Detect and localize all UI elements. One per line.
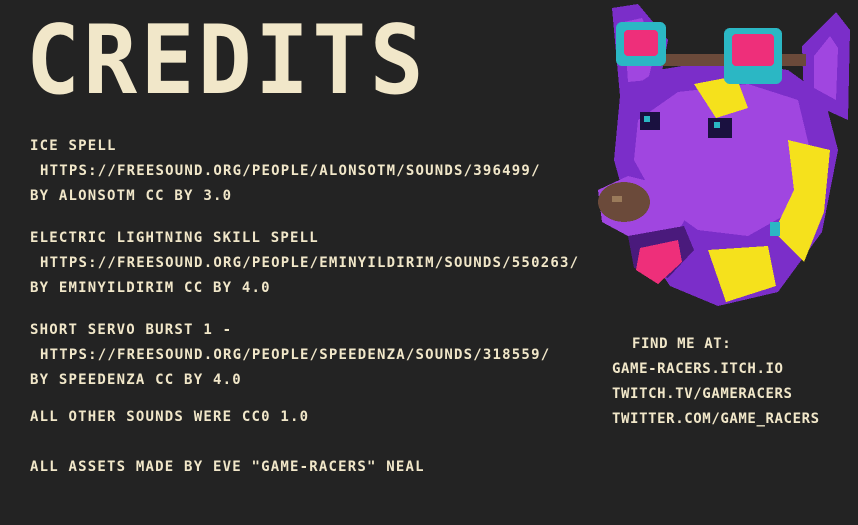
credits-list: ICE SPELL HTTPS://FREESOUND.ORG/PEOPLE/A…: [30, 134, 630, 480]
credit-attribution: BY EMINYILDIRIM CC BY 4.0: [30, 280, 271, 296]
credit-url: HTTPS://FREESOUND.ORG/PEOPLE/ALONSOTM/SO…: [40, 163, 541, 179]
credit-entry-electric-lightning: ELECTRIC LIGHTNING SKILL SPELL HTTPS://F…: [30, 226, 630, 301]
nose-icon: [598, 182, 650, 222]
credit-name: SHORT SERVO BURST 1 -: [30, 322, 233, 338]
credit-attribution: BY SPEEDENZA CC BY 4.0: [30, 372, 242, 388]
credit-entry-servo-burst: SHORT SERVO BURST 1 - HTTPS://FREESOUND.…: [30, 318, 630, 393]
credit-url: HTTPS://FREESOUND.ORG/PEOPLE/EMINYILDIRI…: [40, 255, 580, 271]
right-goggle-lens: [732, 34, 774, 66]
credit-name: ICE SPELL: [30, 138, 117, 154]
credit-entry-ice-spell: ICE SPELL HTTPS://FREESOUND.ORG/PEOPLE/A…: [30, 134, 630, 209]
left-goggle-lens: [624, 30, 658, 56]
social-heading: FIND ME AT:: [632, 336, 732, 352]
social-links: FIND ME AT: GAME-RACERS.ITCH.IO TWITCH.T…: [612, 332, 858, 432]
other-sounds-note: ALL OTHER SOUNDS WERE CC0 1.0: [30, 409, 310, 425]
social-link-twitter: TWITTER.COM/GAME_RACERS: [612, 411, 820, 427]
credits-screen: CREDITS ICE SPELL HTTPS://FREESOUND.ORG/…: [0, 0, 858, 525]
pixel-art-dog-icon: [598, 4, 850, 306]
credit-url: HTTPS://FREESOUND.ORG/PEOPLE/SPEEDENZA/S…: [40, 347, 551, 363]
collar-tag: [770, 222, 780, 236]
page-title: CREDITS: [26, 3, 428, 117]
credit-attribution: BY ALONSOTM CC BY 3.0: [30, 188, 233, 204]
social-link-twitch: TWITCH.TV/GAMERACERS: [612, 386, 793, 402]
assets-note: ALL ASSETS MADE BY EVE "GAME-RACERS" NEA…: [30, 459, 425, 475]
credit-name: ELECTRIC LIGHTNING SKILL SPELL: [30, 230, 319, 246]
social-link-itch: GAME-RACERS.ITCH.IO: [612, 361, 784, 377]
